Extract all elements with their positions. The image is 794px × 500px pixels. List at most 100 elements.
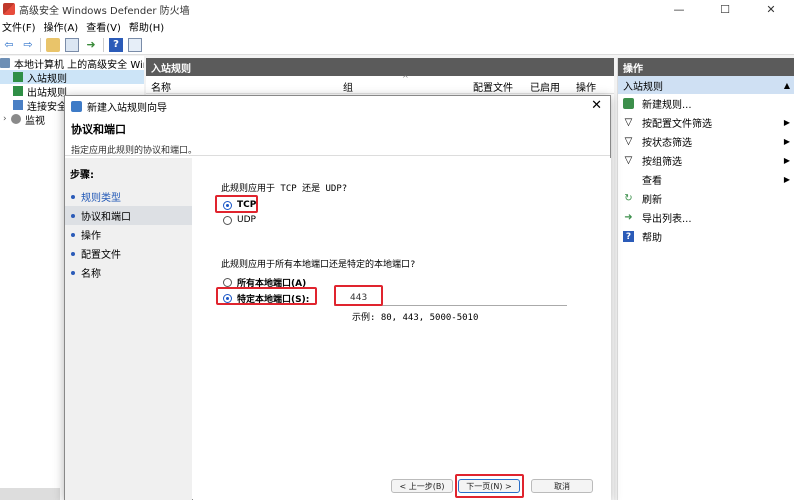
- submenu-arrow-icon: ▶: [783, 118, 790, 127]
- step-label: 协议和端口: [81, 212, 131, 223]
- dialog-close-icon[interactable]: ✕: [591, 98, 602, 113]
- action-filter-by-group[interactable]: ▽ 按组筛选 ▶: [618, 151, 794, 170]
- menu-help[interactable]: 帮助(H): [127, 19, 170, 34]
- help-icon[interactable]: ?: [109, 37, 123, 52]
- tree-item-label: 连接安全: [27, 101, 67, 113]
- column-group[interactable]: 组: [343, 79, 353, 94]
- actions-pane: 操作 入站规则 ▲ 新建规则... ▽ 按配置文件筛选 ▶ ▽ 按状态筛选 ▶ …: [617, 58, 794, 500]
- outbound-rules-icon: [13, 86, 23, 96]
- inbound-rules-icon: [13, 72, 23, 82]
- menu-file[interactable]: 文件(F): [0, 19, 42, 34]
- column-profile[interactable]: 配置文件: [473, 79, 513, 94]
- minimize-button[interactable]: —: [656, 0, 702, 18]
- dialog-title: 新建入站规则向导: [87, 102, 167, 114]
- tree-item-label: 入站规则: [27, 73, 67, 85]
- highlight-specific-ports: [216, 287, 317, 305]
- toolbar: ⇦ ⇨ ➜ ?: [0, 35, 794, 55]
- column-headers: 名称 ^ 组 配置文件 已启用 操作: [146, 74, 614, 94]
- filter-icon: ▽: [624, 117, 633, 128]
- submenu-arrow-icon: ▶: [783, 137, 790, 146]
- tree-item-root[interactable]: 本地计算机 上的高级安全 Windo: [0, 56, 144, 71]
- window-titlebar: 高级安全 Windows Defender 防火墙 — ☐ ✕: [0, 0, 794, 18]
- filter-icon: ▽: [624, 136, 633, 147]
- highlight-next-button: [455, 474, 524, 498]
- action-label: 查看: [642, 176, 662, 187]
- tree-item-inbound-rules[interactable]: 入站规则: [0, 70, 144, 85]
- toolbar-separator: [40, 37, 41, 52]
- step-bullet-icon: [71, 194, 75, 199]
- export-list-icon[interactable]: ➜: [84, 38, 98, 52]
- menu-view[interactable]: 查看(V): [84, 19, 127, 34]
- refresh-icon: ↻: [624, 193, 633, 204]
- show-hide-tree-icon[interactable]: [65, 37, 79, 52]
- step-label: 规则类型: [81, 193, 121, 204]
- udp-label: UDP: [237, 215, 256, 225]
- step-action[interactable]: 操作: [65, 225, 192, 244]
- step-bullet-icon: [71, 270, 75, 275]
- cancel-button[interactable]: 取消: [531, 479, 593, 493]
- action-label: 按状态筛选: [642, 138, 692, 149]
- firewall-app-icon: [3, 3, 15, 15]
- step-profile[interactable]: 配置文件: [65, 244, 192, 263]
- forward-arrow-icon[interactable]: ⇨: [21, 38, 35, 52]
- back-arrow-icon[interactable]: ⇦: [2, 38, 16, 52]
- port-example-hint: 示例: 80, 443, 5000-5010: [352, 313, 479, 323]
- action-view[interactable]: 查看 ▶: [618, 170, 794, 189]
- actions-section-inbound-rules[interactable]: 入站规则 ▲: [618, 76, 794, 94]
- maximize-button[interactable]: ☐: [702, 0, 748, 18]
- computer-icon: [0, 58, 10, 68]
- column-action[interactable]: 操作: [576, 79, 596, 94]
- export-icon: ➜: [624, 212, 633, 223]
- protocol-question: 此规则应用于 TCP 还是 UDP?: [221, 184, 348, 194]
- step-label: 配置文件: [81, 250, 121, 261]
- step-rule-type[interactable]: 规则类型: [65, 187, 192, 206]
- new-inbound-rule-wizard: 新建入站规则向导 ✕ 协议和端口 指定应用此规则的协议和端口。 步骤: 规则类型…: [64, 95, 611, 500]
- action-refresh[interactable]: ↻ 刷新: [618, 189, 794, 208]
- radio-unselected-icon: [223, 278, 232, 287]
- wizard-content: 此规则应用于 TCP 还是 UDP? TCP UDP 此规则应用于所有本地端口还…: [193, 158, 611, 500]
- action-filter-by-profile[interactable]: ▽ 按配置文件筛选 ▶: [618, 113, 794, 132]
- window-title: 高级安全 Windows Defender 防火墙: [19, 5, 190, 17]
- step-bullet-icon: [71, 251, 75, 256]
- column-name[interactable]: 名称: [151, 79, 171, 94]
- action-label: 按组筛选: [642, 157, 682, 168]
- expand-chevron-icon[interactable]: ›: [3, 114, 11, 124]
- actions-section-label: 入站规则: [623, 81, 663, 93]
- connection-security-icon: [13, 100, 23, 110]
- dialog-heading: 协议和端口: [71, 123, 126, 136]
- up-folder-icon[interactable]: [46, 37, 60, 52]
- menu-action[interactable]: 操作(A): [42, 19, 85, 34]
- actions-pane-header: 操作: [618, 58, 794, 76]
- column-enabled[interactable]: 已启用: [530, 79, 560, 94]
- wizard-icon: [71, 100, 82, 112]
- wizard-steps: 步骤: 规则类型 协议和端口 操作 配置文件 名称: [65, 158, 192, 500]
- rules-pane-header: 入站规则: [146, 58, 614, 76]
- new-rule-icon: [623, 98, 634, 109]
- monitor-icon: [11, 114, 21, 124]
- action-new-rule[interactable]: 新建规则...: [618, 94, 794, 113]
- help-icon: ?: [623, 231, 634, 242]
- sort-caret-icon: ^: [402, 74, 409, 83]
- show-hide-action-pane-icon[interactable]: [128, 37, 142, 52]
- back-button[interactable]: < 上一步(B): [391, 479, 453, 493]
- tree-item-label: 本地计算机 上的高级安全 Windo: [14, 59, 144, 71]
- action-export-list[interactable]: ➜ 导出列表...: [618, 208, 794, 227]
- step-name[interactable]: 名称: [65, 263, 192, 282]
- action-filter-by-state[interactable]: ▽ 按状态筛选 ▶: [618, 132, 794, 151]
- step-bullet-icon: [71, 213, 75, 218]
- filter-icon: ▽: [624, 155, 633, 166]
- ports-question: 此规则应用于所有本地端口还是特定的本地端口?: [221, 260, 416, 270]
- close-button[interactable]: ✕: [748, 0, 794, 18]
- horizontal-scrollbar[interactable]: [0, 488, 60, 500]
- step-protocol-and-ports[interactable]: 协议和端口: [65, 206, 192, 225]
- action-help[interactable]: ? 帮助: [618, 227, 794, 246]
- action-label: 刷新: [642, 195, 662, 206]
- menu-bar: 文件(F) 操作(A) 查看(V) 帮助(H): [0, 18, 794, 35]
- action-label: 按配置文件筛选: [642, 119, 712, 130]
- submenu-arrow-icon: ▶: [783, 156, 790, 165]
- collapse-arrow-icon[interactable]: ▲: [784, 81, 790, 90]
- highlight-port-input: [334, 285, 383, 306]
- tree-item-label: 出站规则: [27, 87, 67, 99]
- udp-radio[interactable]: UDP: [223, 215, 256, 225]
- toolbar-separator: [103, 37, 104, 52]
